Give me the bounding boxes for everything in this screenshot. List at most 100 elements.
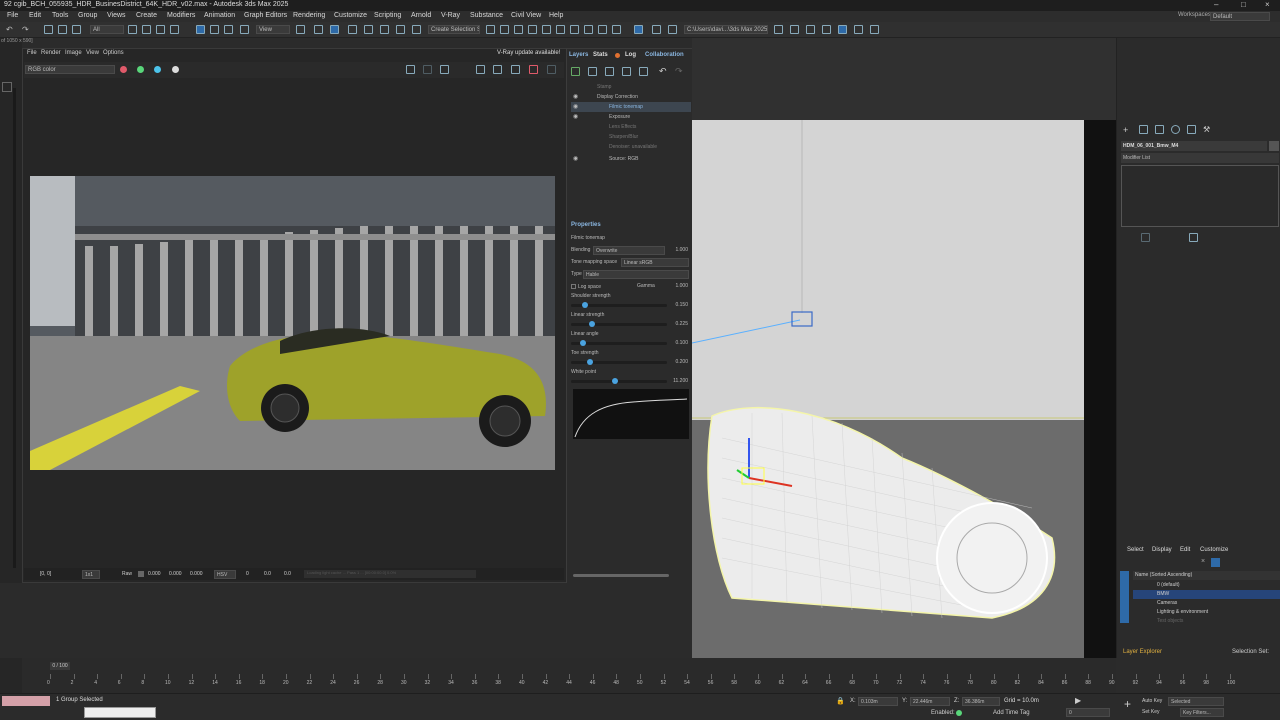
menu-vray[interactable]: V-Ray (441, 12, 460, 19)
modify-tab-icon[interactable] (1139, 125, 1148, 134)
menu-help[interactable]: Help (549, 12, 563, 19)
modifier-stack[interactable] (1121, 165, 1279, 227)
key-mode-dropdown[interactable]: Selected (1168, 697, 1224, 706)
pin-stack-icon[interactable] (1141, 233, 1150, 242)
angle-snap-icon[interactable] (364, 25, 373, 34)
linear-angle-value[interactable]: 0.100 (675, 340, 688, 346)
menu-file[interactable]: File (7, 12, 18, 19)
layer-list-icon[interactable] (639, 67, 648, 76)
type-dropdown[interactable]: Hable (583, 270, 689, 279)
load-layers-icon[interactable] (622, 67, 631, 76)
slider-knob[interactable] (587, 359, 594, 365)
display-tab-icon[interactable] (1187, 125, 1196, 134)
layer-item[interactable]: Denoiser: unavailable (571, 142, 691, 152)
copy-image-icon[interactable] (423, 65, 432, 74)
track-mouse-icon[interactable] (440, 65, 449, 74)
add-time-tag[interactable]: Add Time Tag (993, 710, 1030, 716)
redo-icon[interactable]: ↷ (22, 25, 29, 34)
select-manipulate-icon[interactable] (314, 25, 323, 34)
tab-stats[interactable]: Stats (593, 52, 608, 58)
configure-modifier-sets-icon[interactable] (1189, 233, 1198, 242)
blending-dropdown[interactable]: Overwrite (593, 246, 665, 255)
lock-selection-icon[interactable]: 🔒 (836, 697, 845, 705)
vfb-menu-view[interactable]: View (86, 50, 99, 56)
minimize-button[interactable]: – (1214, 0, 1218, 9)
bind-spacewarp-icon[interactable] (72, 25, 81, 34)
workspaces-dropdown[interactable]: Default (1210, 12, 1270, 21)
vray-frame-buffer-icon[interactable] (774, 25, 783, 34)
slider-knob[interactable] (589, 321, 595, 327)
menu-graph-editors[interactable]: Graph Editors (244, 12, 287, 19)
slider-knob[interactable] (581, 302, 588, 308)
explorer-menu-customize[interactable]: Customize (1200, 547, 1228, 553)
menu-tools[interactable]: Tools (52, 12, 68, 19)
reference-coordinate-dropdown[interactable]: View (256, 25, 290, 34)
hierarchy-tab-icon[interactable] (1155, 125, 1164, 134)
stop-render-icon[interactable] (529, 65, 538, 74)
current-frame-field[interactable]: 0 (1066, 708, 1110, 717)
explorer-item[interactable]: Test objects (1133, 617, 1280, 626)
vray-light-lister-icon[interactable] (822, 25, 831, 34)
layer-item[interactable]: ◉ Source: RGB (571, 154, 691, 164)
redo-layer-icon[interactable]: ↷ (675, 66, 683, 77)
delete-layer-icon[interactable] (588, 67, 597, 76)
pivot-center-icon[interactable] (296, 25, 305, 34)
eye-icon[interactable]: ◉ (573, 154, 578, 164)
open-explorer-icon[interactable] (668, 25, 677, 34)
green-channel-toggle[interactable] (137, 66, 144, 73)
maxscript-listener[interactable] (2, 696, 50, 706)
close-button[interactable]: × (1265, 0, 1270, 9)
modifier-list-dropdown[interactable]: Modifier List (1121, 153, 1279, 163)
shoulder-strength-value[interactable]: 0.150 (675, 302, 688, 308)
explorer-menu-display[interactable]: Display (1152, 547, 1172, 553)
menu-group[interactable]: Group (78, 12, 97, 19)
linear-strength-slider[interactable] (571, 321, 667, 327)
time-slider[interactable]: 0 / 100 (50, 662, 70, 670)
menu-arnold[interactable]: Arnold (411, 12, 431, 19)
menu-edit[interactable]: Edit (29, 12, 41, 19)
vray-update-notice[interactable]: V-Ray update available! (497, 50, 560, 56)
vray-vision-icon[interactable] (870, 25, 879, 34)
explorer-item[interactable]: 0 (default) (1133, 581, 1280, 590)
key-filters-button[interactable]: Key Filters... (1180, 708, 1224, 717)
create-layer-icon[interactable] (571, 67, 580, 76)
menu-rendering[interactable]: Rendering (293, 12, 325, 19)
perspective-viewport[interactable] (692, 38, 1116, 658)
menu-modifiers[interactable]: Modifiers (167, 12, 195, 19)
tonemap-space-dropdown[interactable]: Linear sRGB (621, 258, 689, 267)
unlink-icon[interactable] (58, 25, 67, 34)
explorer-item[interactable]: Lighting & environment (1133, 608, 1280, 617)
scrollbar[interactable] (13, 88, 16, 568)
gamma-value[interactable]: 1.000 (675, 283, 688, 289)
vray-interactive-icon[interactable] (806, 25, 815, 34)
snaps-toggle-icon[interactable] (348, 25, 357, 34)
maximize-button[interactable]: □ (1241, 0, 1246, 9)
menu-views[interactable]: Views (107, 12, 126, 19)
render-last-icon[interactable] (511, 65, 520, 74)
y-coordinate-field[interactable]: 22.446m (910, 697, 950, 706)
layer-item[interactable]: Lens Effects (571, 122, 691, 132)
filter-icon[interactable] (1211, 558, 1220, 567)
channel-dropdown[interactable]: RGB color (25, 65, 115, 74)
menu-customize[interactable]: Customize (334, 12, 367, 19)
linear-angle-slider[interactable] (571, 340, 667, 346)
toggle-ribbon-icon[interactable] (542, 25, 551, 34)
clear-filter-icon[interactable]: × (1201, 558, 1205, 565)
rectangular-selection-icon[interactable] (156, 25, 165, 34)
white-point-slider[interactable] (571, 378, 667, 384)
link-icon[interactable] (44, 25, 53, 34)
vray-render-icon[interactable] (790, 25, 799, 34)
explorer-menu-edit[interactable]: Edit (1180, 547, 1190, 553)
layer-item[interactable]: ◉ Display Correction (571, 92, 691, 102)
toe-strength-value[interactable]: 0.200 (675, 359, 688, 365)
blue-channel-toggle[interactable] (154, 66, 161, 73)
keyboard-shortcut-override-icon[interactable] (330, 25, 339, 34)
zoom-dropdown[interactable]: 1x1 (82, 570, 100, 579)
tab-collaboration[interactable]: Collaboration (645, 52, 684, 58)
blending-amount[interactable]: 1.000 (675, 247, 688, 253)
select-scale-icon[interactable] (224, 25, 233, 34)
panel-toggle-icon[interactable] (2, 82, 12, 92)
slider-knob[interactable] (611, 378, 618, 384)
horizontal-scrollbar[interactable] (573, 574, 669, 577)
menu-scripting[interactable]: Scripting (374, 12, 401, 19)
